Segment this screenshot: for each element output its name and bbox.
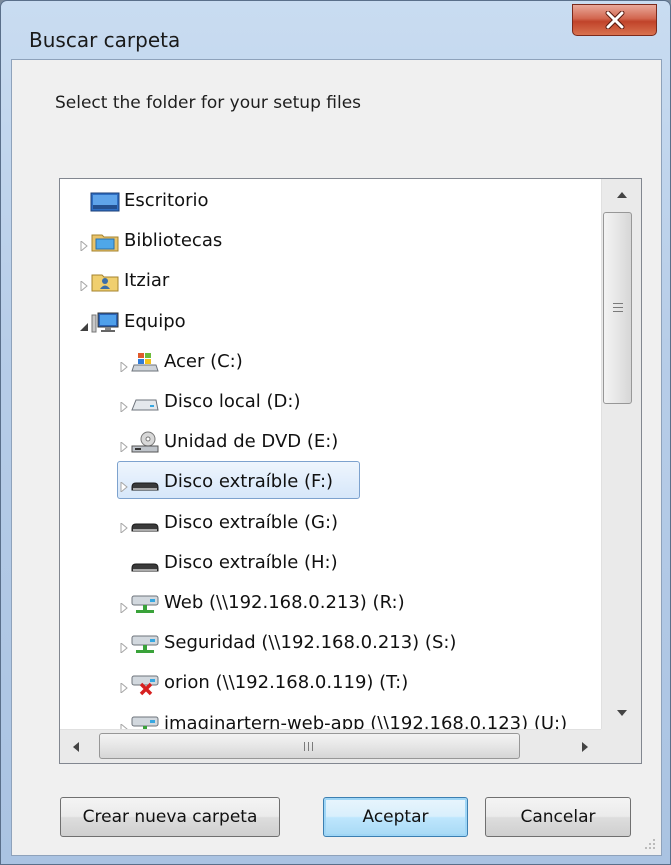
horizontal-scrollbar[interactable]: [60, 729, 601, 763]
expand-arrow-collapsed-icon[interactable]: [119, 678, 129, 695]
arrow-left-icon: [73, 742, 79, 752]
tree-item[interactable]: imaginartern-web-app (\\192.168.0.123) (…: [60, 704, 601, 729]
vertical-scroll-thumb[interactable]: [603, 212, 632, 404]
scroll-right-button[interactable]: [569, 730, 601, 763]
scrollbar-corner: [601, 729, 641, 763]
tree-item-label: imaginartern-web-app (\\192.168.0.123) (…: [164, 712, 568, 729]
user-folder-icon: [90, 270, 120, 294]
expand-arrow-collapsed-icon[interactable]: [79, 236, 89, 253]
desktop-icon: [90, 190, 120, 214]
tree-item[interactable]: Unidad de DVD (E:): [60, 422, 601, 462]
network-drive-icon: [130, 592, 160, 616]
expand-arrow-collapsed-icon[interactable]: [119, 518, 129, 534]
thumb-grip: [613, 311, 623, 312]
close-button[interactable]: [572, 4, 657, 36]
expand-arrow-expanded-icon[interactable]: [79, 317, 89, 331]
tree-item-label: Escritorio: [124, 190, 209, 211]
cancel-button[interactable]: Cancelar: [485, 797, 631, 837]
scroll-left-button[interactable]: [60, 730, 92, 763]
network-drive-icon: [130, 713, 160, 729]
folder-tree-items: Escritorio Bibliotecas Itziar Equipo Acer (C…: [60, 179, 601, 729]
scroll-up-button[interactable]: [602, 179, 641, 211]
arrow-right-icon: [582, 742, 588, 752]
removable-drive-icon: [130, 471, 160, 495]
libraries-icon: [90, 230, 120, 254]
folder-tree[interactable]: Escritorio Bibliotecas Itziar Equipo Acer (C…: [59, 178, 642, 764]
thumb-grip: [613, 307, 623, 308]
expand-arrow-collapsed-icon[interactable]: [119, 437, 129, 454]
window-title: Buscar carpeta: [29, 28, 181, 52]
vertical-scrollbar[interactable]: [601, 179, 641, 729]
ok-button[interactable]: Aceptar: [323, 797, 468, 837]
tree-item-label: Disco extraíble (H:): [164, 551, 338, 573]
tree-item[interactable]: Seguridad (\\192.168.0.213) (S:): [60, 623, 601, 663]
tree-item[interactable]: Disco extraíble (H:): [60, 543, 601, 583]
tree-item[interactable]: Web (\\192.168.0.213) (R:): [60, 583, 601, 623]
windows-drive-icon: [130, 351, 160, 375]
tree-item[interactable]: Disco extraíble (F:): [60, 462, 601, 502]
tree-item-label: Web (\\192.168.0.213) (R:): [164, 592, 405, 613]
thumb-grip: [613, 303, 623, 304]
tree-item-label: Bibliotecas: [124, 230, 223, 252]
scroll-down-button[interactable]: [602, 697, 641, 729]
tree-item[interactable]: Itziar: [60, 261, 601, 301]
removable-drive-icon: [130, 512, 160, 536]
expand-arrow-collapsed-icon[interactable]: [119, 357, 129, 373]
removable-drive-icon: [130, 552, 160, 576]
expand-arrow-collapsed-icon[interactable]: [119, 477, 129, 494]
dvd-drive-icon: [130, 431, 160, 455]
expand-arrow-collapsed-icon[interactable]: [119, 397, 129, 414]
new-folder-button[interactable]: Crear nueva carpeta: [60, 797, 280, 837]
tree-item-label: Disco local (D:): [164, 391, 301, 412]
dialog-content: Select the folder for your setup files E…: [11, 59, 662, 856]
tree-item[interactable]: Disco extraíble (G:): [60, 503, 601, 543]
arrow-up-icon: [617, 192, 627, 198]
expand-arrow-collapsed-icon[interactable]: [119, 638, 129, 655]
tree-item[interactable]: Acer (C:): [60, 342, 601, 382]
tree-item[interactable]: Bibliotecas: [60, 221, 601, 261]
hard-drive-icon: [130, 391, 160, 415]
expand-arrow-collapsed-icon[interactable]: [79, 276, 89, 293]
close-icon: [605, 11, 624, 29]
tree-item-label: Equipo: [124, 310, 186, 332]
tree-item-label: Disco extraíble (F:): [164, 471, 334, 493]
tree-item[interactable]: orion (\\192.168.0.119) (T:): [60, 663, 601, 703]
browse-folder-dialog: Buscar carpeta Select the folder for you…: [0, 0, 671, 865]
arrow-down-icon: [617, 710, 627, 716]
tree-item-label: Acer (C:): [164, 350, 243, 372]
expand-arrow-collapsed-icon[interactable]: [119, 719, 129, 729]
resize-grip-icon[interactable]: [643, 837, 657, 851]
tree-item-label: Seguridad (\\192.168.0.213) (S:): [164, 632, 457, 654]
tree-item-label: Disco extraíble (G:): [164, 511, 339, 533]
tree-item-label: orion (\\192.168.0.119) (T:): [164, 672, 409, 694]
tree-item[interactable]: Disco local (D:): [60, 382, 601, 422]
computer-icon: [90, 311, 120, 335]
network-drive-icon: [130, 632, 160, 656]
thumb-grip: [308, 742, 309, 751]
tree-item-label: Itziar: [124, 270, 170, 292]
thumb-grip: [312, 742, 313, 751]
tree-item[interactable]: Equipo: [60, 302, 601, 342]
thumb-grip: [304, 742, 305, 751]
horizontal-scroll-thumb[interactable]: [99, 733, 520, 759]
disconnected-network-drive-icon: [130, 672, 160, 696]
expand-arrow-collapsed-icon[interactable]: [119, 598, 129, 615]
tree-item-label: Unidad de DVD (E:): [164, 431, 339, 453]
instruction-text: Select the folder for your setup files: [55, 93, 362, 113]
tree-item[interactable]: Escritorio: [60, 181, 601, 221]
